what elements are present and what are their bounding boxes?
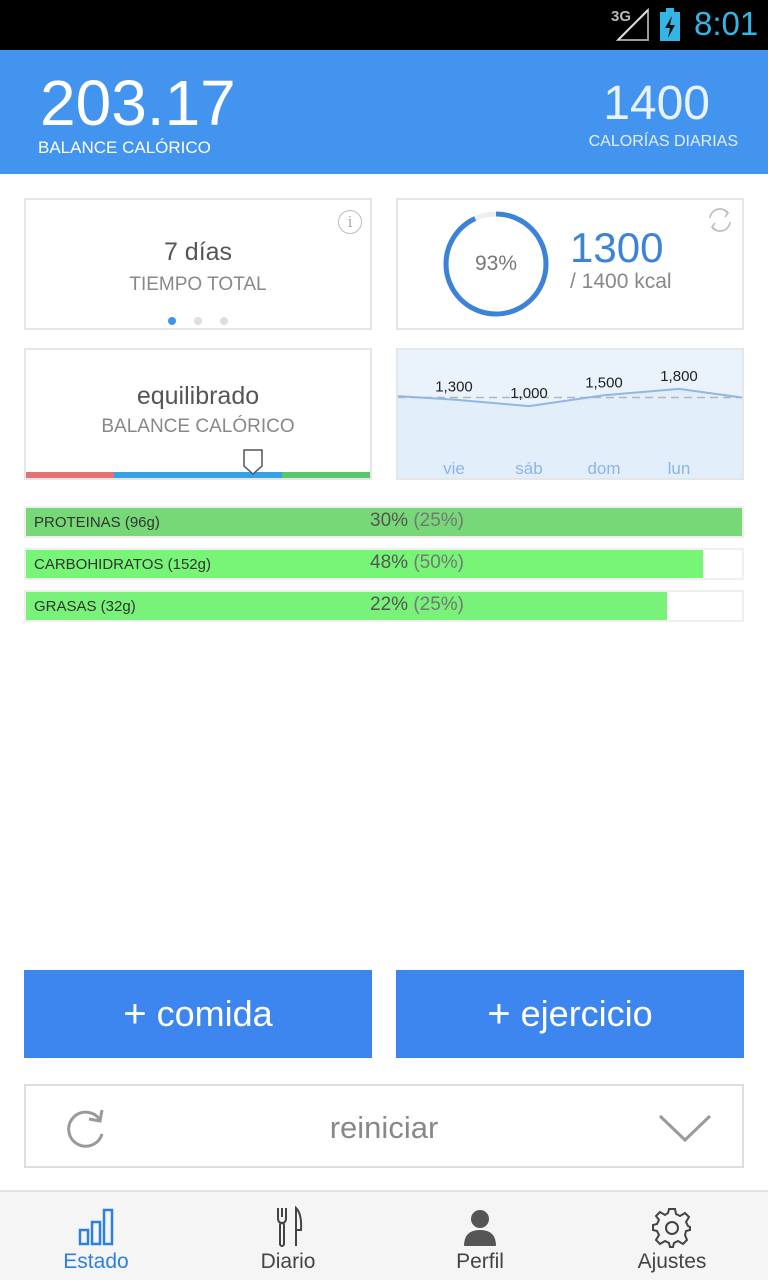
- total-time-label: TIEMPO TOTAL: [129, 274, 267, 295]
- x-tick-label: dom: [587, 459, 620, 478]
- daily-calories-value: 1400: [603, 77, 710, 130]
- x-tick-label: lun: [668, 459, 691, 478]
- macro-goal-percent: (25%): [413, 594, 464, 615]
- macro-actual-percent: 30%: [370, 510, 409, 531]
- balance-card[interactable]: equilibrado BALANCE CALÓRICO: [24, 348, 372, 480]
- intake-percent: 93%: [474, 252, 518, 275]
- reset-row[interactable]: reiniciar: [24, 1084, 744, 1168]
- page-dot: [194, 317, 202, 325]
- battery-icon: [660, 8, 680, 41]
- clock: 8:01: [694, 5, 759, 42]
- page-dot: [168, 317, 176, 325]
- data-label: 1,500: [585, 374, 623, 391]
- nav-item-ajustes[interactable]: Ajustes: [576, 1192, 768, 1280]
- refresh-icon[interactable]: [704, 204, 736, 236]
- intake-target: / 1400 kcal: [570, 270, 672, 293]
- balance-status: equilibrado: [136, 382, 260, 410]
- macro-actual-percent: 22%: [370, 594, 409, 615]
- nav-label: Perfil: [456, 1250, 504, 1273]
- nav-label: Diario: [260, 1250, 316, 1273]
- plus-icon: +: [123, 992, 147, 1036]
- macro-percent: 48% (50%): [26, 552, 768, 574]
- fork-knife-icon: [277, 1206, 303, 1247]
- macro-goal-percent: (25%): [413, 510, 464, 531]
- intake-card[interactable]: 93% 1300 / 1400 kcal: [396, 198, 744, 330]
- gauge-marker-icon: [243, 449, 263, 476]
- gear-icon: [652, 1208, 691, 1248]
- plus-icon: +: [487, 992, 511, 1036]
- macro-percent: 22% (25%): [26, 594, 768, 616]
- weekly-chart-card[interactable]: 1,300 vie 1,000 sáb 1,500 dom 1,800 lun: [396, 348, 744, 480]
- add-exercise-button[interactable]: + ejercicio: [396, 970, 744, 1058]
- bottom-nav: Estado Diario Perfil Ajustes: [0, 1190, 768, 1280]
- macro-bar: CARBOHIDRATOS (152g) 48% (50%): [24, 548, 744, 580]
- weekly-chart: 1,300 vie 1,000 sáb 1,500 dom 1,800 lun: [398, 368, 742, 478]
- balance-label: BALANCE CALÓRICO: [101, 416, 295, 437]
- gauge-low-segment: [26, 472, 114, 478]
- macro-bar: PROTEINAS (96g) 30% (25%): [24, 506, 744, 538]
- calorie-header: 203.17 BALANCE CALÓRICO 1400 CALORÍAS DI…: [0, 50, 768, 174]
- daily-calories-label: CALORÍAS DIARIAS: [588, 133, 738, 150]
- network-type: 3G: [611, 8, 632, 25]
- total-time-card[interactable]: i 7 días TIEMPO TOTAL: [24, 198, 372, 330]
- page-dot: [220, 317, 228, 325]
- nav-item-diario[interactable]: Diario: [192, 1192, 384, 1280]
- nav-label: Estado: [63, 1250, 129, 1273]
- add-food-button[interactable]: + comida: [24, 970, 372, 1058]
- macro-percent: 30% (25%): [26, 510, 768, 532]
- data-label: 1,300: [435, 379, 473, 396]
- balance-gauge: [26, 472, 370, 478]
- nav-item-perfil[interactable]: Perfil: [384, 1192, 576, 1280]
- x-tick-label: sáb: [515, 459, 542, 478]
- status-bar: 3G 8:01: [0, 0, 768, 50]
- add-exercise-label: ejercicio: [520, 993, 653, 1034]
- macro-actual-percent: 48%: [370, 552, 409, 573]
- info-icon[interactable]: i: [338, 210, 362, 234]
- nav-label: Ajustes: [637, 1250, 707, 1273]
- chevron-down-icon[interactable]: [658, 1112, 712, 1144]
- caloric-balance-value: 203.17: [40, 67, 236, 139]
- total-time-value: 7 días: [163, 238, 233, 266]
- person-icon: [464, 1210, 496, 1246]
- intake-value: 1300: [570, 224, 664, 271]
- page-indicator: [26, 312, 370, 330]
- data-label: 1,800: [660, 368, 698, 385]
- reset-label: reiniciar: [329, 1110, 439, 1145]
- caloric-balance-label: BALANCE CALÓRICO: [38, 138, 211, 157]
- macro-bar: GRASAS (32g) 22% (25%): [24, 590, 744, 622]
- x-tick-label: vie: [443, 459, 465, 478]
- macro-goal-percent: (50%): [413, 552, 464, 573]
- bar-chart-icon: [78, 1208, 114, 1246]
- nav-item-estado[interactable]: Estado: [0, 1192, 192, 1280]
- gauge-high-segment: [282, 472, 370, 478]
- data-label: 1,000: [510, 385, 548, 402]
- add-food-label: comida: [156, 993, 273, 1034]
